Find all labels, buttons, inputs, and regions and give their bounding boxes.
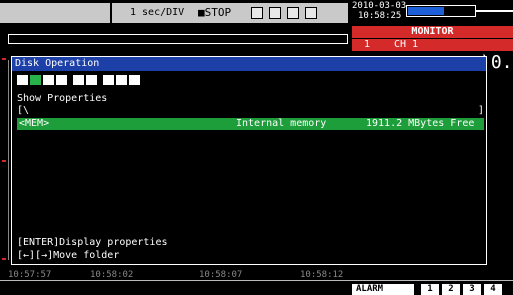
- time-tick: 10:58:07: [199, 270, 243, 280]
- delete-icon[interactable]: [86, 75, 97, 85]
- search-icon[interactable]: [30, 75, 41, 85]
- footer-hint-move: [←][→]Move folder: [17, 250, 120, 261]
- row-free-space: 1911.2 MBytes Free: [366, 118, 475, 129]
- channel-number: 1: [364, 39, 371, 50]
- bottom-rule: [0, 280, 513, 281]
- folder-icon[interactable]: [43, 75, 54, 85]
- status-icon-3: [287, 7, 299, 19]
- top-status-bar: 1 sec/DIV ■STOP 2010-03-03 10:58:25: [0, 0, 513, 26]
- time-div-panel: 1 sec/DIV ■STOP: [112, 3, 348, 23]
- marker-mid: [2, 160, 6, 162]
- path-bar: [\ ]: [17, 105, 484, 117]
- path-close: ]: [477, 105, 484, 116]
- row-description: Internal memory: [236, 118, 327, 129]
- alarm-channel-3[interactable]: 3: [463, 284, 481, 295]
- format-icon[interactable]: [129, 75, 140, 85]
- marker-top: [2, 58, 6, 60]
- waveform-left-rule: [8, 60, 9, 260]
- alarm-indicator: ALARM: [352, 284, 414, 295]
- current-path: [\: [17, 105, 30, 116]
- status-icon-4: [305, 7, 317, 19]
- status-icon-1: [251, 7, 263, 19]
- time-tick: 10:58:02: [90, 270, 134, 280]
- battery-line: [476, 10, 513, 12]
- footer-hint-enter: [ENTER]Display properties: [17, 237, 168, 248]
- status-icon-2: [269, 7, 281, 19]
- marker-bottom: [2, 258, 6, 260]
- time-div-value: 1 sec/DIV: [130, 7, 185, 18]
- time-text: 10:58:25: [358, 11, 402, 21]
- channel-label: CH 1: [394, 39, 419, 50]
- file-icon[interactable]: [56, 75, 67, 85]
- file-list[interactable]: [17, 131, 484, 231]
- file-list-row-selected[interactable]: <MEM> Internal memory 1911.2 MBytes Free: [17, 118, 484, 130]
- monitor-header: MONITOR: [352, 26, 513, 38]
- new-folder-icon[interactable]: [116, 75, 127, 85]
- alarm-channel-1[interactable]: 1: [421, 284, 439, 295]
- date-text: 2010-03-03: [352, 1, 407, 11]
- row-name: <MEM>: [19, 118, 50, 129]
- copy-icon[interactable]: [73, 75, 84, 85]
- status-left-panel: [0, 3, 110, 23]
- channel-row[interactable]: 1 CH 1: [352, 39, 513, 51]
- screen: 1 sec/DIV ■STOP 2010-03-03 10:58:25 MONI…: [0, 0, 513, 295]
- drive-icon[interactable]: [17, 75, 28, 85]
- time-tick: 10:57:57: [8, 270, 52, 280]
- rename-icon[interactable]: [103, 75, 114, 85]
- battery-fill: [408, 7, 444, 15]
- alarm-channel-4[interactable]: 4: [484, 284, 502, 295]
- time-tick: 10:58:12: [300, 270, 344, 280]
- datetime: 2010-03-03 10:58:25: [352, 1, 406, 21]
- dialog-title: Disk Operation: [12, 57, 486, 71]
- battery-indicator: [406, 5, 476, 17]
- waveform-header-box: [8, 34, 348, 44]
- alarm-channel-2[interactable]: 2: [442, 284, 460, 295]
- disk-operation-dialog: Disk Operation Show Properties [\ ] <MEM…: [11, 56, 487, 265]
- dialog-subtitle: Show Properties: [17, 93, 108, 104]
- stop-status: ■STOP: [198, 6, 232, 19]
- stop-label: STOP: [204, 6, 232, 19]
